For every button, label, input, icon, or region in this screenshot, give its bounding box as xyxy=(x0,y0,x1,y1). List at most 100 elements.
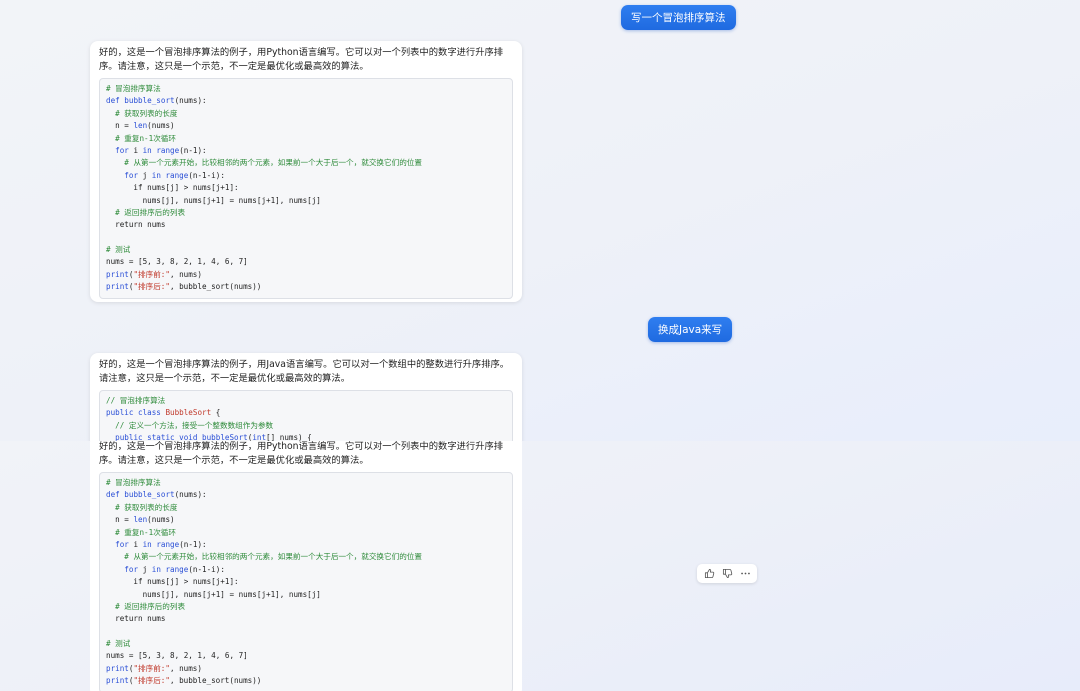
code-token: in xyxy=(142,539,157,549)
code-token: [] nums) { xyxy=(266,433,312,441)
code-line: # 重复n-1次循环 xyxy=(106,133,506,145)
code-token: range xyxy=(165,564,189,574)
thumbs-down-icon[interactable] xyxy=(720,567,734,581)
code-line: public static void bubbleSort(int[] nums… xyxy=(106,432,506,441)
chat-layer-top: 写一个冒泡排序算法 好的，这是一个冒泡排序算法的例子，用Python语言编写。它… xyxy=(0,0,1080,441)
code-line: nums[j], nums[j+1] = nums[j+1], nums[j] xyxy=(106,195,506,207)
code-line: for j in range(n-1-i): xyxy=(106,170,506,182)
code-token: for xyxy=(124,564,143,574)
code-line: print("排序后:", bubble_sort(nums)) xyxy=(106,675,506,687)
code-line: n = len(nums) xyxy=(106,514,506,526)
code-token: (n-1-i): xyxy=(188,170,225,180)
code-token: i xyxy=(133,145,143,155)
code-line: print("排序前:", nums) xyxy=(106,663,506,675)
code-block-java: // 冒泡排序算法 public class BubbleSort { // 定义… xyxy=(99,390,513,441)
message-actions xyxy=(697,564,757,583)
code-token: nums = [5, 3, 8, 2, 1, 4, 6, 7] xyxy=(106,651,248,661)
code-line: # 测试 xyxy=(106,244,506,256)
code-token: def xyxy=(106,96,125,106)
bot-message-text: 好的，这是一个冒泡排序算法的例子，用Python语言编写。它可以对一个列表中的数… xyxy=(99,47,504,72)
code-token: public class xyxy=(106,408,166,418)
code-token: , nums) xyxy=(169,663,202,673)
code-token: # 重复n-1次循环 xyxy=(115,527,176,537)
code-token: for xyxy=(124,170,143,180)
code-token: in xyxy=(142,145,157,155)
code-token: return nums xyxy=(106,220,166,230)
code-token: , bubble_sort(nums)) xyxy=(169,282,262,292)
code-line: if nums[j] > nums[j+1]: xyxy=(106,576,506,588)
code-line: # 获取列表的长度 xyxy=(106,108,506,120)
code-line: # 返回排序后的列表 xyxy=(106,207,506,219)
user-message-1: 写一个冒泡排序算法 xyxy=(621,5,736,30)
code-token: # 从第一个元素开始，比较相邻的两个元素，如果前一个大于后一个，就交换它们的位置 xyxy=(124,552,422,562)
code-token: bubbleSort xyxy=(202,433,248,441)
code-line: // 冒泡排序算法 xyxy=(106,395,506,407)
code-token: # 冒泡排序算法 xyxy=(106,84,161,93)
code-token: "排序前:" xyxy=(133,663,170,673)
bot-message-1-repeat: 好的，这是一个冒泡排序算法的例子，用Python语言编写。它可以对一个列表中的数… xyxy=(90,441,522,691)
code-line xyxy=(106,626,506,638)
code-token: # 冒泡排序算法 xyxy=(106,478,161,487)
code-token: len xyxy=(133,121,148,131)
code-token: j xyxy=(142,564,152,574)
code-line: for j in range(n-1-i): xyxy=(106,564,506,576)
code-token: # 测试 xyxy=(106,245,131,255)
code-token: (nums) xyxy=(147,121,175,131)
code-token: (nums): xyxy=(174,490,207,500)
thumbs-up-icon[interactable] xyxy=(702,567,716,581)
code-line: # 从第一个元素开始，比较相邻的两个元素，如果前一个大于后一个，就交换它们的位置 xyxy=(106,551,506,563)
code-token: // 冒泡排序算法 xyxy=(106,396,166,405)
code-token: int xyxy=(252,433,267,441)
code-token: range xyxy=(156,539,180,549)
code-token: n = xyxy=(106,121,134,131)
code-token: , nums) xyxy=(169,269,202,279)
code-token: # 返回排序后的列表 xyxy=(115,207,186,217)
code-line: for i in range(n-1): xyxy=(106,145,506,157)
code-line: # 返回排序后的列表 xyxy=(106,601,506,613)
code-line: print("排序后:", bubble_sort(nums)) xyxy=(106,281,506,293)
code-token: print xyxy=(106,663,129,673)
code-token: len xyxy=(133,515,148,525)
code-token: in xyxy=(151,170,166,180)
code-token: nums[j], nums[j+1] = nums[j+1], nums[j] xyxy=(106,589,321,599)
code-line: public class BubbleSort { xyxy=(106,407,506,419)
code-token: public static void xyxy=(115,433,203,441)
code-token: def xyxy=(106,490,125,500)
code-token: if nums[j] > nums[j+1]: xyxy=(106,183,239,193)
code-token: for xyxy=(115,539,134,549)
code-token: print xyxy=(106,676,129,686)
code-token: # 返回排序后的列表 xyxy=(115,601,186,611)
code-token: # 获取列表的长度 xyxy=(115,502,178,512)
code-token: print xyxy=(106,269,129,279)
code-token: nums[j], nums[j+1] = nums[j+1], nums[j] xyxy=(106,195,321,205)
code-line: return nums xyxy=(106,613,506,625)
code-token: range xyxy=(165,170,189,180)
code-token: # 重复n-1次循环 xyxy=(115,133,176,143)
code-token: return nums xyxy=(106,614,166,624)
code-token: i xyxy=(133,539,143,549)
more-icon[interactable] xyxy=(738,567,752,581)
code-token: j xyxy=(142,170,152,180)
code-line: print("排序前:", nums) xyxy=(106,269,506,281)
code-line: # 测试 xyxy=(106,638,506,650)
code-line: nums = [5, 3, 8, 2, 1, 4, 6, 7] xyxy=(106,256,506,268)
user-message-2: 换成Java来写 xyxy=(648,317,733,342)
code-token: print xyxy=(106,282,129,292)
code-token: nums = [5, 3, 8, 2, 1, 4, 6, 7] xyxy=(106,257,248,267)
code-block-python: # 冒泡排序算法 def bubble_sort(nums): # 获取列表的长度… xyxy=(99,78,513,299)
code-line: # 从第一个元素开始，比较相邻的两个元素，如果前一个大于后一个，就交换它们的位置 xyxy=(106,157,506,169)
code-token: for xyxy=(115,145,134,155)
bot-message-text: 好的，这是一个冒泡排序算法的例子，用Python语言编写。它可以对一个列表中的数… xyxy=(99,441,504,466)
